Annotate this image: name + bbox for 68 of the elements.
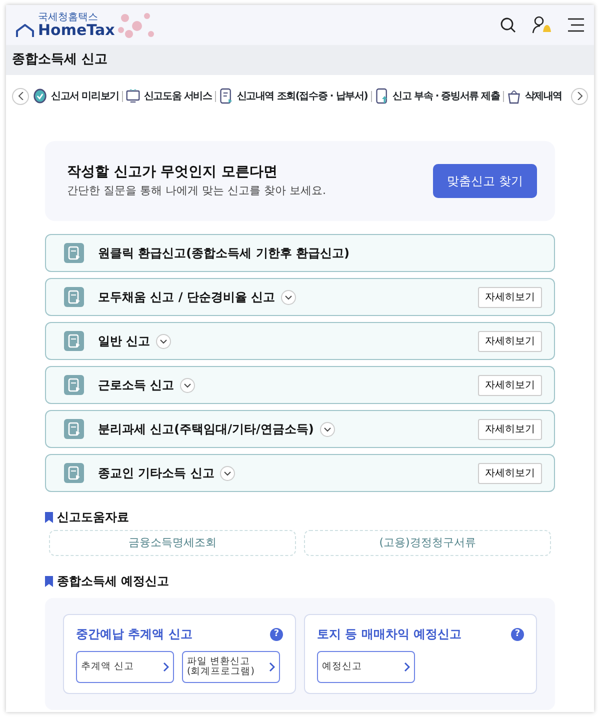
toolbar-link[interactable]: 신고서 미리보기: [33, 88, 119, 104]
filing-item[interactable]: 종교인 기타소득 신고 자세히보기: [45, 454, 555, 492]
section-title: 신고도움자료: [57, 509, 129, 526]
prev-button[interactable]: [12, 88, 29, 104]
banner-title: 작성할 신고가 무엇인지 모른다면: [67, 163, 279, 182]
chevron-down-icon[interactable]: [320, 422, 335, 436]
document-icon: [64, 419, 84, 439]
document-icon: [64, 287, 84, 307]
filing-link[interactable]: 예정신고: [317, 651, 415, 683]
toolbar-link[interactable]: 신고내역 조회(접수증 · 납부서): [218, 88, 368, 104]
house-icon: [16, 24, 34, 38]
chevron-left-icon: [18, 92, 24, 100]
filing-label: 원클릭 환급신고(종합소득세 기한후 환급신고): [98, 245, 350, 262]
chevron-down-icon[interactable]: [156, 334, 172, 348]
search-icon[interactable]: [500, 17, 516, 33]
filing-label: 일반 신고: [98, 333, 150, 350]
chevron-down-icon[interactable]: [180, 378, 196, 392]
filing-item[interactable]: 분리과세 신고(주택임대/기타/연금소득) 자세히보기: [45, 410, 555, 448]
logo-text[interactable]: HomeTax: [38, 23, 115, 38]
chevron-right-icon: [163, 662, 169, 672]
document-upload-icon: [374, 88, 389, 104]
resource-link[interactable]: (고용)경정청구서류: [304, 530, 551, 556]
bookmark-icon: [45, 576, 53, 586]
menu-icon[interactable]: [568, 18, 584, 32]
help-button[interactable]: ?: [511, 628, 524, 640]
find-filing-button[interactable]: 맞춤신고 찾기: [433, 164, 537, 198]
next-button[interactable]: [571, 88, 588, 104]
filing-label: 모두채움 신고 / 단순경비율 신고: [98, 289, 276, 306]
page-title: 종합소득세 신고: [6, 45, 594, 75]
filing-label: 종교인 기타소득 신고: [98, 465, 214, 482]
details-button[interactable]: 자세히보기: [478, 286, 542, 308]
document-icon: [64, 375, 84, 395]
toolbar-link[interactable]: 신고도움 서비스: [126, 88, 212, 104]
banner-subtitle: 간단한 질문을 통해 나에게 맞는 신고를 찾아 보세요.: [67, 183, 326, 200]
details-button[interactable]: 자세히보기: [478, 418, 542, 440]
filing-item[interactable]: 모두채움 신고 / 단순경비율 신고 자세히보기: [45, 278, 555, 316]
toolbar-link[interactable]: 삭제내역: [506, 88, 562, 104]
document-icon: [64, 463, 84, 483]
section-title: 종합소득세 예정신고: [57, 573, 170, 590]
chevron-right-icon: [576, 92, 582, 100]
bookmark-icon: [45, 512, 53, 522]
filing-item[interactable]: 근로소득 신고 자세히보기: [45, 366, 555, 404]
monitor-icon: [126, 88, 140, 104]
details-button[interactable]: 자세히보기: [478, 330, 542, 352]
details-button[interactable]: 자세히보기: [478, 462, 542, 484]
filing-label: 근로소득 신고: [98, 377, 174, 394]
filing-item[interactable]: 일반 신고 자세히보기: [45, 322, 555, 360]
card-title: 토지 등 매매차익 예정신고: [317, 626, 462, 643]
user-bell-icon[interactable]: [532, 16, 552, 34]
filing-item[interactable]: 원클릭 환급신고(종합소득세 기한후 환급신고): [45, 234, 555, 272]
document-icon: [218, 88, 233, 104]
filing-label: 분리과세 신고(주택임대/기타/연금소득): [98, 421, 314, 438]
document-icon: [64, 331, 84, 351]
filing-link[interactable]: 파일 변환신고 (회계프로그램): [182, 651, 280, 683]
help-button[interactable]: ?: [270, 628, 283, 640]
resource-link[interactable]: 금융소득명세조회: [49, 530, 296, 556]
filing-link[interactable]: 추계액 신고: [76, 651, 174, 683]
basket-icon: [506, 88, 521, 104]
toolbar-link[interactable]: 신고 부속 · 증빙서류 제출: [374, 88, 500, 104]
chevron-right-icon: [269, 662, 275, 672]
check-circle-icon: [33, 88, 47, 104]
card-title: 중간예납 추계액 신고: [76, 626, 192, 643]
chevron-right-icon: [404, 662, 410, 672]
details-button[interactable]: 자세히보기: [478, 374, 542, 396]
document-icon: [64, 243, 84, 263]
logo-caption: 국세청홈택스: [38, 12, 99, 23]
chevron-down-icon[interactable]: [220, 466, 236, 480]
chevron-down-icon[interactable]: [281, 290, 296, 304]
